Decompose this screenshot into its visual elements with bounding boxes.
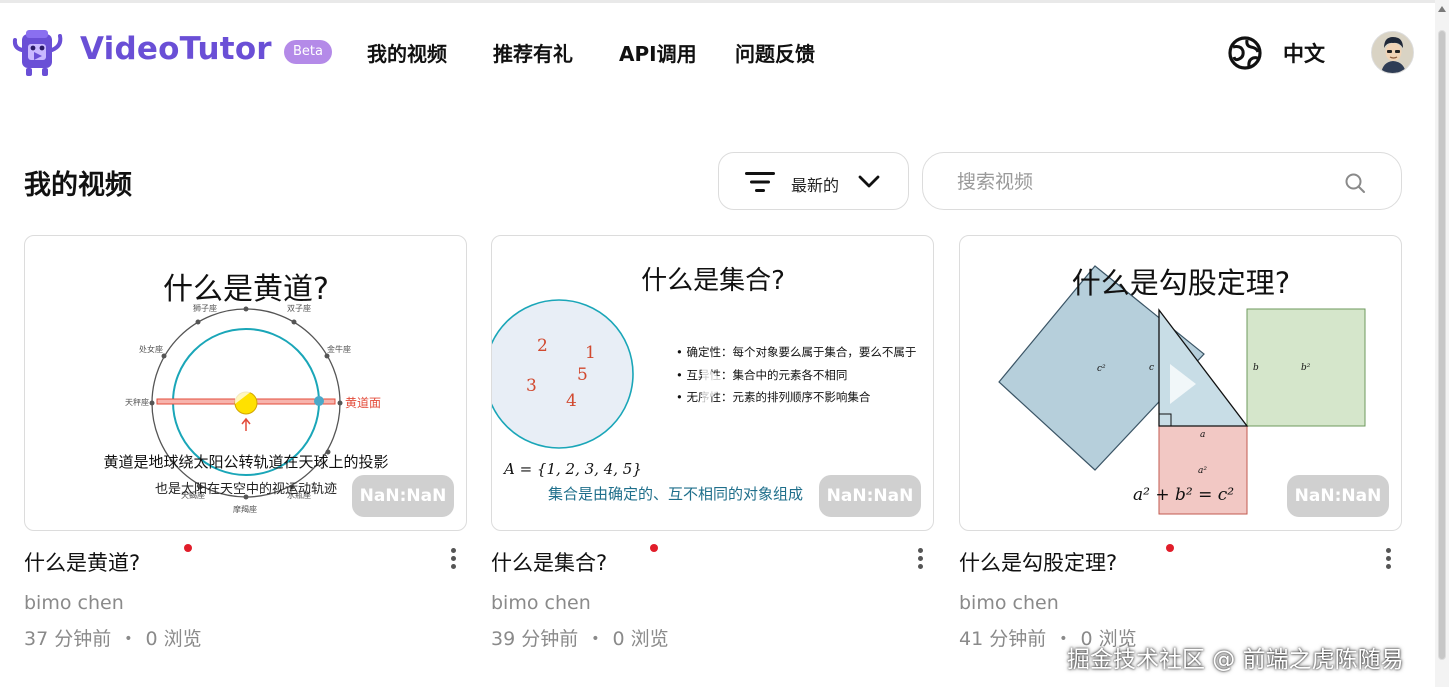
video-author: bimo chen <box>491 592 591 614</box>
page-title: 我的视频 <box>24 170 132 201</box>
set-element: 1 <box>585 343 596 363</box>
play-icon <box>702 364 728 404</box>
top-header: VideoTutor Beta 我的视频 推荐有礼 API调用 问题反馈 中文 <box>0 0 1435 100</box>
new-indicator <box>1166 544 1174 552</box>
play-icon <box>235 364 261 404</box>
new-indicator <box>650 544 658 552</box>
nav-feedback[interactable]: 问题反馈 <box>735 38 815 67</box>
thumb-caption: 集合是由确定的、互不相同的对象组成 <box>548 485 803 503</box>
new-indicator <box>184 544 192 552</box>
video-card[interactable]: c² c b b² a a² 什么是勾股定理? a² + b² = c² NaN… <box>959 235 1402 650</box>
thumb-label: a <box>1200 430 1205 440</box>
brand-name[interactable]: VideoTutor <box>80 31 272 67</box>
video-author: bimo chen <box>959 592 1059 614</box>
thumb-heading: 什么是勾股定理? <box>1072 266 1290 300</box>
chevron-down-icon <box>858 175 880 188</box>
search-input[interactable] <box>957 167 1337 197</box>
thumb-formula: A = {1, 2, 3, 4, 5} <box>502 460 642 478</box>
scroll-up-icon[interactable] <box>1438 6 1446 12</box>
thumb-label: a² <box>1198 466 1207 476</box>
globe-icon[interactable] <box>1227 35 1263 71</box>
video-meta: 37 分钟前 • 0 浏览 <box>24 628 202 650</box>
video-author: bimo chen <box>24 592 124 614</box>
sign-label: 天秤座 <box>125 397 149 407</box>
nav-my-videos[interactable]: 我的视频 <box>367 38 447 67</box>
video-views: 0 浏览 <box>145 628 202 650</box>
thumb-heading: 什么是集合? <box>641 266 785 296</box>
filter-icon <box>745 172 775 192</box>
sign-label: 摩羯座 <box>233 504 257 514</box>
video-card[interactable]: 狮子座 双子座 处女座 金牛座 天秤座 天蝎座 摩羯座 水瓶座 黄道面 什么是黄… <box>24 235 467 650</box>
more-options-icon[interactable] <box>912 545 928 573</box>
video-title[interactable]: 什么是黄道? <box>24 547 140 577</box>
video-time: 37 分钟前 <box>24 628 112 650</box>
sort-label: 最新的 <box>791 176 840 195</box>
watermark: 掘金技术社区 @ 前端之虎陈随易 <box>1067 647 1404 673</box>
thumb-label: b² <box>1301 363 1311 373</box>
thumb-label: b <box>1253 363 1259 373</box>
thumb-bullet: • 确定性：每个对象要么属于集合，要么不属于 <box>676 345 916 359</box>
video-meta: 39 分钟前 • 0 浏览 <box>491 628 669 650</box>
video-time: 41 分钟前 <box>959 628 1047 650</box>
set-element: 5 <box>577 365 588 385</box>
set-element: 2 <box>537 336 548 356</box>
thumb-caption: 黄道是地球绕太阳公转轨道在天球上的投影 <box>103 453 388 471</box>
videotutor-logo-icon[interactable] <box>12 26 66 78</box>
set-element: 4 <box>566 391 577 411</box>
video-card[interactable]: 2 1 5 3 4 什么是集合? • 确定性：每个对象要么属于集合，要么不属于 … <box>491 235 934 650</box>
thumb-heading: 什么是黄道? <box>163 272 329 307</box>
vertical-scrollbar[interactable] <box>1435 0 1449 687</box>
search-box <box>922 152 1402 210</box>
beta-badge: Beta <box>284 40 332 64</box>
more-options-icon[interactable] <box>445 545 461 573</box>
scrollbar-thumb[interactable] <box>1438 30 1446 660</box>
duration-badge: NaN:NaN <box>1287 475 1389 517</box>
thumb-label: c² <box>1097 364 1106 374</box>
ecliptic-label: 黄道面 <box>345 396 381 410</box>
language-switcher[interactable]: 中文 <box>1283 38 1325 68</box>
duration-badge: NaN:NaN <box>819 475 921 517</box>
video-thumbnail[interactable]: 2 1 5 3 4 什么是集合? • 确定性：每个对象要么属于集合，要么不属于 … <box>491 235 934 531</box>
video-thumbnail[interactable]: c² c b b² a a² 什么是勾股定理? a² + b² = c² NaN… <box>959 235 1402 531</box>
thumb-caption: 也是太阳在天空中的视运动轨迹 <box>155 481 337 497</box>
video-title[interactable]: 什么是勾股定理? <box>959 547 1117 577</box>
more-options-icon[interactable] <box>1380 545 1396 573</box>
search-icon[interactable] <box>1344 172 1366 194</box>
nav-api[interactable]: API调用 <box>619 38 697 67</box>
nav-referral[interactable]: 推荐有礼 <box>493 38 573 67</box>
video-views: 0 浏览 <box>612 628 669 650</box>
play-icon <box>1170 364 1196 404</box>
thumb-label: c <box>1149 363 1154 373</box>
video-thumbnail[interactable]: 狮子座 双子座 处女座 金牛座 天秤座 天蝎座 摩羯座 水瓶座 黄道面 什么是黄… <box>24 235 467 531</box>
thumb-formula: a² + b² = c² <box>1133 485 1234 505</box>
sort-dropdown[interactable]: 最新的 <box>718 152 909 210</box>
video-title[interactable]: 什么是集合? <box>491 547 607 577</box>
sign-label: 金牛座 <box>327 344 351 354</box>
sign-label: 处女座 <box>139 344 163 354</box>
user-avatar[interactable] <box>1371 31 1414 74</box>
video-time: 39 分钟前 <box>491 628 579 650</box>
set-element: 3 <box>526 376 537 396</box>
duration-badge: NaN:NaN <box>352 475 454 517</box>
